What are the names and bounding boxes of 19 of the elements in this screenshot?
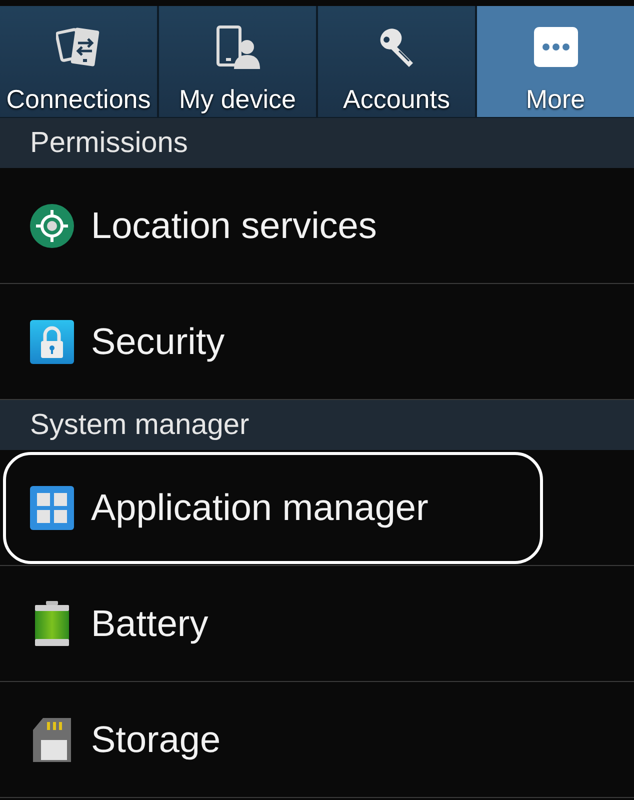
- more-dots-icon: [534, 27, 578, 67]
- grid-tiles-icon: [30, 486, 74, 530]
- settings-item[interactable]: Battery: [0, 566, 634, 681]
- crosshair-icon: [30, 204, 74, 248]
- tab[interactable]: Accounts: [318, 6, 475, 117]
- section-header: Permissions: [0, 118, 634, 168]
- settings-item[interactable]: Storage: [0, 682, 634, 797]
- settings-item[interactable]: Security: [0, 284, 634, 399]
- tab[interactable]: Connections: [0, 6, 157, 117]
- section-header: System manager: [0, 400, 634, 450]
- phone-person-icon: [214, 25, 260, 69]
- settings-item[interactable]: Application manager: [3, 452, 543, 564]
- battery-icon: [34, 600, 70, 646]
- tab[interactable]: More: [477, 6, 634, 117]
- settings-item[interactable]: Location services: [0, 168, 634, 283]
- tablets-swap-icon: [56, 25, 102, 69]
- tab[interactable]: My device: [159, 6, 316, 117]
- padlock-icon: [30, 320, 74, 364]
- memory-card-icon: [33, 718, 71, 762]
